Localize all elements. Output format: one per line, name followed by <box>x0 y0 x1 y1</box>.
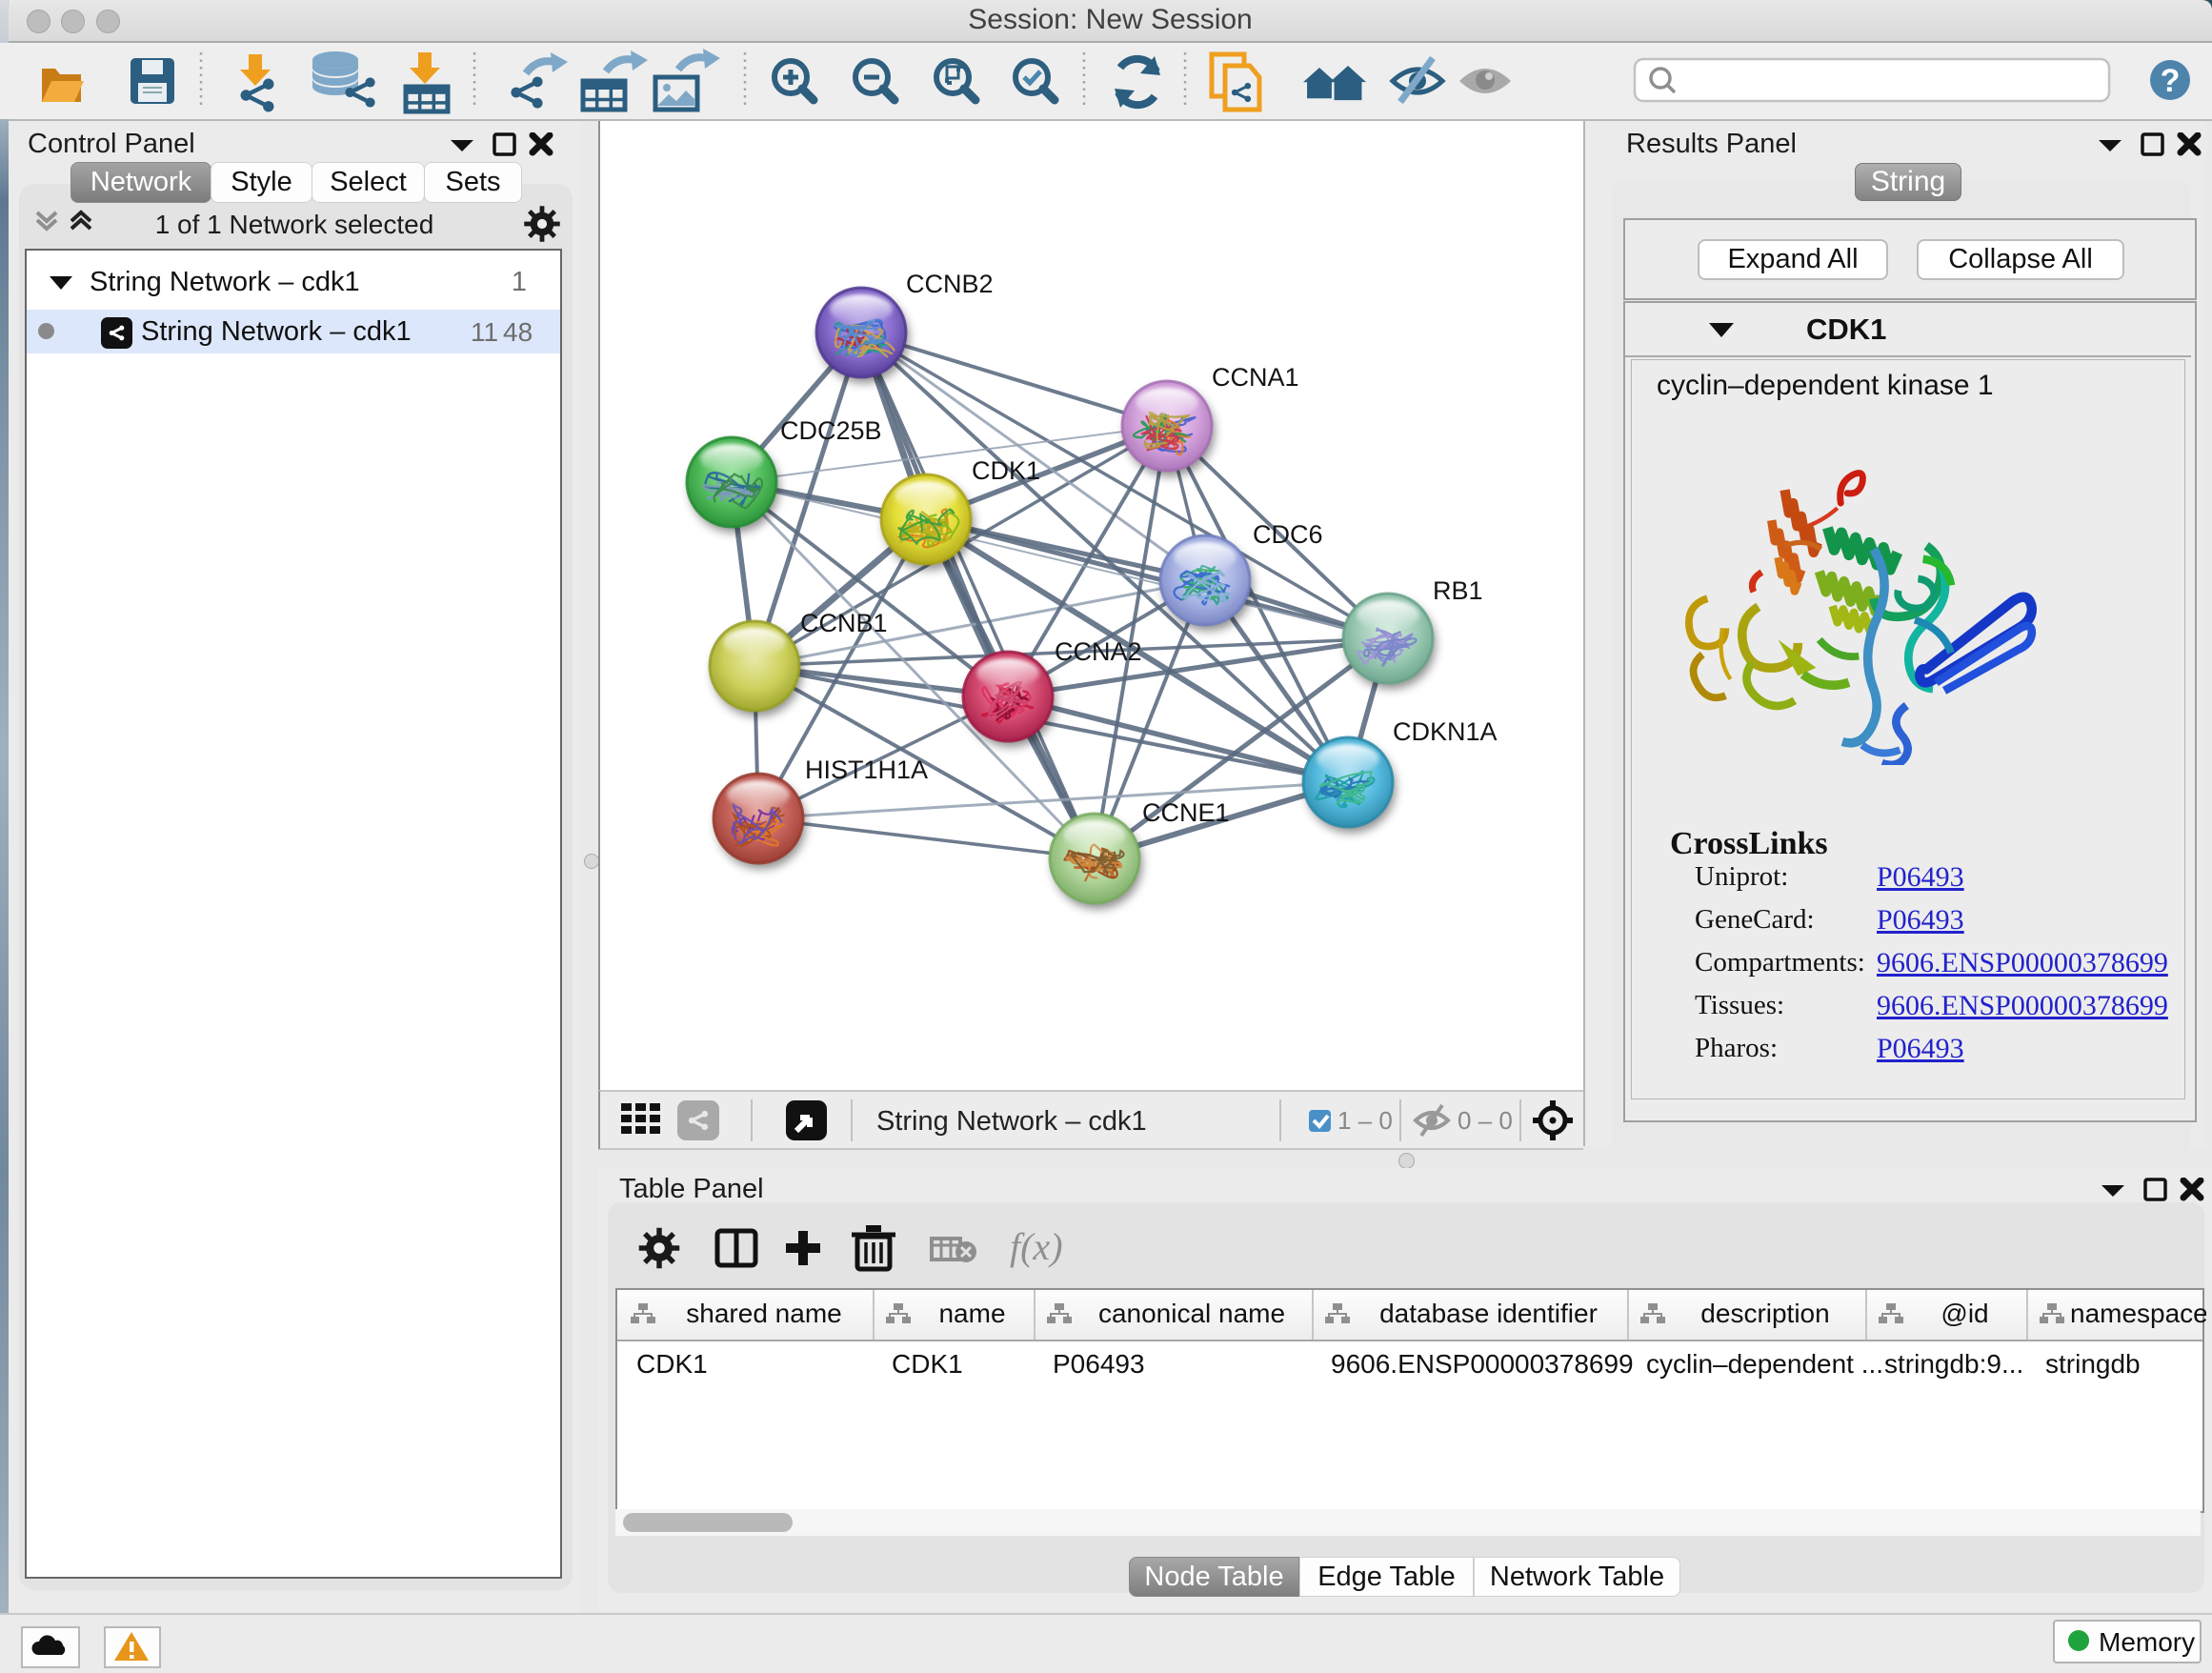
svg-text:CCNA1: CCNA1 <box>1212 363 1299 392</box>
svg-text:CCNA2: CCNA2 <box>1055 637 1142 666</box>
svg-text:?: ? <box>2161 63 2181 99</box>
svg-text:f(x): f(x) <box>1010 1225 1063 1268</box>
svg-text:1 – 0: 1 – 0 <box>1337 1106 1393 1135</box>
svg-text:CCNB2: CCNB2 <box>906 270 994 298</box>
svg-text:CDC6: CDC6 <box>1253 520 1323 549</box>
svg-text:HIST1H1A: HIST1H1A <box>805 756 928 784</box>
svg-text:CCNB1: CCNB1 <box>800 609 888 637</box>
svg-text:CDK1: CDK1 <box>972 456 1040 485</box>
svg-text:CDKN1A: CDKN1A <box>1393 717 1498 746</box>
svg-text:0 – 0: 0 – 0 <box>1458 1106 1513 1135</box>
svg-text:CCNE1: CCNE1 <box>1142 798 1230 827</box>
svg-text:String Network – cdk1: String Network – cdk1 <box>876 1106 1147 1137</box>
svg-text:CDC25B: CDC25B <box>780 416 882 445</box>
svg-text:RB1: RB1 <box>1433 576 1483 605</box>
